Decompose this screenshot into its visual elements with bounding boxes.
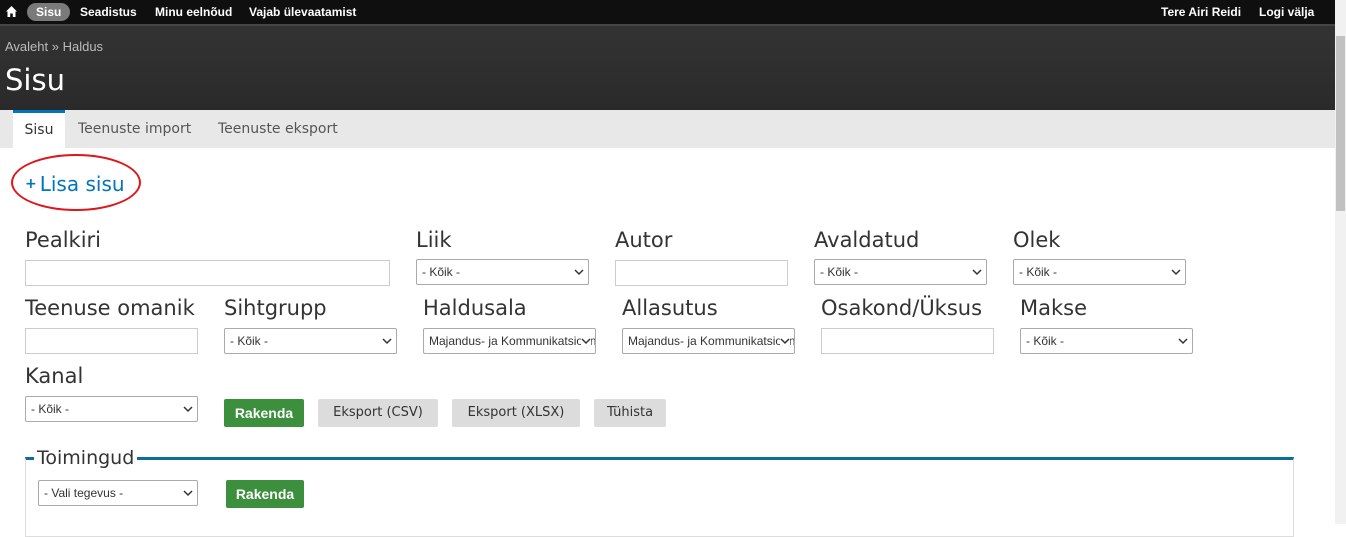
domain-filter-value: Majandus- ja Kommunikatsiooniministeeriu… (429, 334, 596, 348)
bulk-apply-button[interactable]: Rakenda (226, 480, 304, 508)
published-filter-select[interactable]: - Kõik - (814, 259, 987, 285)
logout-link[interactable]: Logi välja (1259, 3, 1314, 21)
owner-filter-label: Teenuse omanik (25, 296, 195, 320)
toolbar-item-vajab-ulevaatamist[interactable]: Vajab ülevaatamist (240, 3, 365, 21)
published-filter-value: - Kõik - (820, 265, 859, 279)
bulk-actions-legend: Toimingud (34, 447, 138, 469)
chevron-down-icon (574, 268, 584, 276)
author-filter-label: Autor (615, 228, 673, 252)
type-filter-select[interactable]: - Kõik - (416, 259, 589, 285)
tab-teenuste-import[interactable]: Teenuste import (78, 110, 191, 148)
payment-filter-value: - Kõik - (1026, 334, 1065, 348)
primary-tabs: Sisu Teenuste import Teenuste eksport (0, 110, 1335, 148)
scrollbar-thumb[interactable] (1336, 36, 1345, 211)
toolbar-item-seadistus[interactable]: Seadistus (71, 3, 146, 21)
published-filter-label: Avaldatud (814, 228, 920, 252)
chevron-down-icon (581, 337, 591, 345)
type-filter-value: - Kõik - (422, 265, 461, 279)
greeting-text: Tere (1161, 5, 1186, 19)
payment-filter-label: Makse (1020, 296, 1088, 320)
status-filter-select[interactable]: - Kõik - (1013, 259, 1186, 285)
domain-filter-label: Haldusala (423, 296, 527, 320)
audience-filter-select[interactable]: - Kõik - (224, 328, 397, 354)
title-filter-input[interactable] (25, 260, 390, 286)
user-name-link[interactable]: Airi Reidi (1188, 5, 1241, 19)
audience-filter-value: - Kõik - (230, 334, 269, 348)
payment-filter-select[interactable]: - Kõik - (1020, 328, 1193, 354)
type-filter-label: Liik (416, 228, 452, 252)
user-greeting: Tere Airi Reidi (1161, 3, 1241, 21)
chevron-down-icon (1178, 337, 1188, 345)
cancel-button[interactable]: Tühista (594, 399, 666, 427)
chevron-down-icon (1171, 268, 1181, 276)
export-xlsx-button[interactable]: Eksport (XLSX) (452, 399, 580, 427)
breadcrumb[interactable]: Avaleht » Haldus (5, 39, 103, 54)
channel-filter-select[interactable]: - Kõik - (25, 396, 198, 422)
audience-filter-label: Sihtgrupp (224, 296, 327, 320)
apply-button[interactable]: Rakenda (224, 399, 304, 427)
agency-filter-label: Allasutus (622, 296, 718, 320)
status-filter-value: - Kõik - (1019, 265, 1058, 279)
department-filter-input[interactable] (821, 328, 994, 354)
domain-filter-select[interactable]: Majandus- ja Kommunikatsiooniministeeriu… (423, 328, 596, 354)
vertical-scrollbar[interactable] (1335, 0, 1346, 524)
page-header: Avaleht » Haldus Sisu (0, 24, 1335, 110)
red-highlight-circle (11, 154, 141, 211)
chevron-down-icon (183, 405, 193, 413)
chevron-down-icon (183, 489, 193, 497)
export-csv-button[interactable]: Eksport (CSV) (318, 399, 438, 427)
author-filter-input[interactable] (615, 260, 788, 286)
bulk-action-value: - Vali tegevus - (44, 486, 124, 500)
owner-filter-input[interactable] (25, 328, 198, 354)
home-icon[interactable] (5, 5, 18, 18)
channel-filter-value: - Kõik - (31, 402, 70, 416)
bulk-action-select[interactable]: - Vali tegevus - (38, 480, 198, 506)
toolbar-item-sisu[interactable]: Sisu (27, 3, 71, 21)
tab-sisu[interactable]: Sisu (13, 110, 65, 148)
admin-toolbar: Sisu Seadistus Minu eelnõud Vajab ülevaa… (0, 0, 1346, 24)
tab-teenuste-eksport[interactable]: Teenuste eksport (218, 110, 338, 148)
toolbar-item-minu-eelnoud[interactable]: Minu eelnõud (146, 3, 241, 21)
department-filter-label: Osakond/Üksus (821, 296, 983, 320)
bulk-actions-fieldset (25, 457, 1294, 537)
page-title: Sisu (5, 63, 65, 97)
channel-filter-label: Kanal (25, 364, 84, 388)
chevron-down-icon (972, 268, 982, 276)
agency-filter-select[interactable]: Majandus- ja Kommunikatsiooniministeeriu… (622, 328, 795, 354)
agency-filter-value: Majandus- ja Kommunikatsiooniministeeriu… (628, 334, 795, 348)
status-filter-label: Olek (1013, 228, 1061, 252)
title-filter-label: Pealkiri (25, 228, 102, 252)
chevron-down-icon (780, 337, 790, 345)
chevron-down-icon (382, 337, 392, 345)
